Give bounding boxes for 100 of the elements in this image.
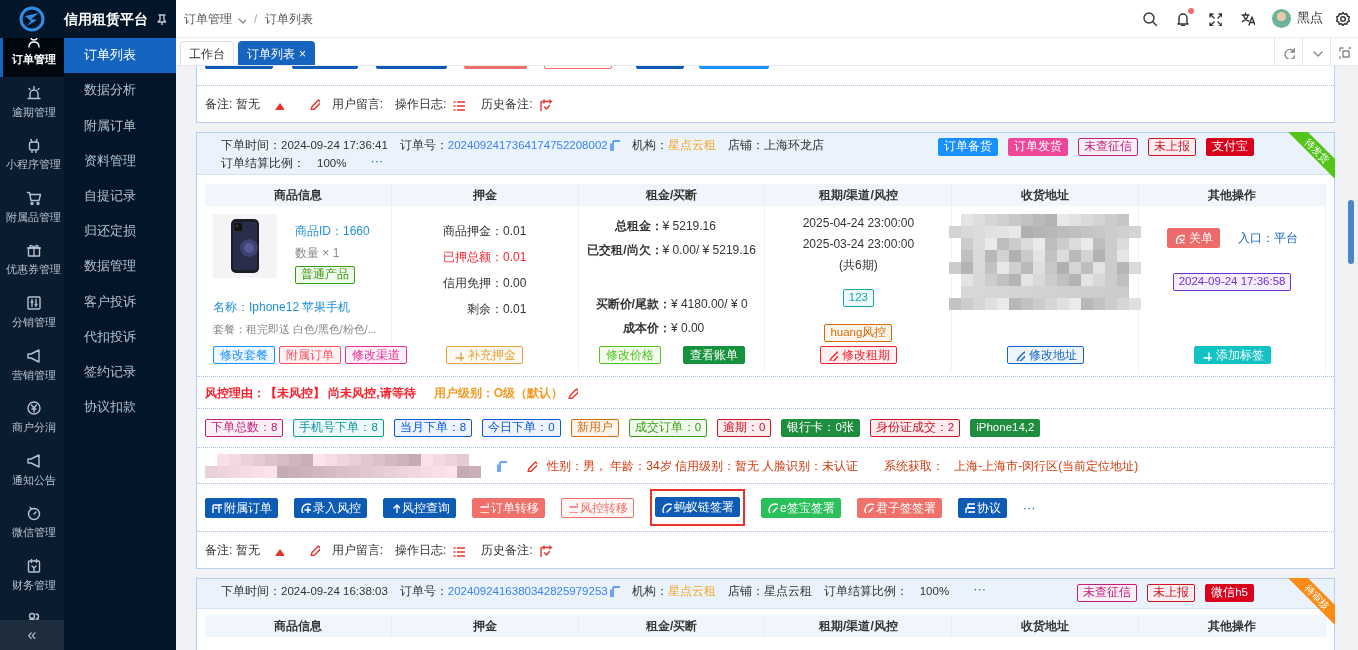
- scrollbar[interactable]: [1345, 66, 1358, 650]
- breadcrumb-current: 订单列表: [265, 10, 314, 28]
- menu-item[interactable]: 微信管理: [0, 497, 64, 550]
- pencil-icon[interactable]: [566, 386, 578, 399]
- submenu-item[interactable]: 签约记录: [64, 354, 176, 390]
- menu-item[interactable]: 逾期管理: [0, 76, 64, 130]
- menu-item[interactable]: 优惠券管理: [0, 234, 64, 287]
- stat-tag: 下单总数：8: [205, 419, 284, 437]
- status-tag: 微信h5: [1205, 584, 1254, 602]
- refresh-icon[interactable]: [1282, 45, 1295, 59]
- stat-tag: 当月下单：8: [393, 419, 473, 437]
- timer-icon: [25, 505, 42, 522]
- order-number[interactable]: 2024092416380342825979253: [447, 585, 608, 597]
- menu-item[interactable]: 商户分润: [0, 392, 64, 445]
- pencil-icon[interactable]: [307, 544, 320, 556]
- fullscreen-icon[interactable]: [1208, 11, 1222, 26]
- button[interactable]: 修改渠道: [345, 346, 407, 364]
- field-value: 0.01: [503, 249, 527, 266]
- user-message-label: 用户留言:: [331, 542, 383, 559]
- button[interactable]: 查看账单: [682, 346, 745, 364]
- close-tab-button[interactable]: ×: [299, 44, 306, 63]
- status-tag: 未上报: [1147, 584, 1196, 602]
- status-tag: 未查征信: [1077, 584, 1138, 602]
- coin-icon: [25, 400, 42, 417]
- menu-item[interactable]: 附属品管理: [0, 181, 64, 235]
- cart-icon: [25, 189, 42, 206]
- field-value: 0.01: [503, 301, 527, 318]
- field-label: 下单时间：: [221, 585, 281, 597]
- button[interactable]: 附属订单: [205, 497, 278, 518]
- column-header: 租金/买断: [578, 615, 766, 637]
- stat-tag: iPhone14,2: [970, 419, 1041, 437]
- column-header: 租期/渠道/风控: [765, 615, 953, 637]
- more-button[interactable]: ···: [1022, 497, 1036, 518]
- submenu-item[interactable]: 数据管理: [64, 249, 176, 285]
- calendar-icon[interactable]: [538, 97, 552, 111]
- button[interactable]: 修改地址: [1006, 346, 1084, 364]
- column-header: 其他操作: [1139, 615, 1326, 637]
- status-tag: 订单备货: [938, 138, 998, 156]
- stat-tag: 成交订单：0: [628, 419, 708, 437]
- printer-icon: [963, 502, 975, 513]
- status-tag: 订单发货: [1008, 138, 1068, 156]
- more-button[interactable]: ···: [370, 156, 384, 171]
- submenu-item[interactable]: 客户投诉: [64, 284, 176, 320]
- field-label: 订单结算比例：: [823, 585, 908, 597]
- search-icon[interactable]: [1142, 11, 1157, 26]
- button[interactable]: 修改租期: [819, 346, 897, 364]
- menu-item[interactable]: 营销管理: [0, 339, 64, 393]
- submenu-item[interactable]: 资料管理: [64, 143, 176, 179]
- field-label: 订单号：: [399, 585, 448, 597]
- button[interactable]: 协议: [957, 497, 1007, 518]
- submenu-item[interactable]: 自提记录: [64, 178, 176, 214]
- stat-tag: 逾期：0: [717, 419, 772, 437]
- menu-item[interactable]: 订单管理: [0, 38, 64, 77]
- sliders-icon: [25, 294, 42, 311]
- submenu-item[interactable]: 数据分析: [64, 73, 176, 109]
- submenu-item[interactable]: 附属订单: [64, 108, 176, 144]
- collapse-button[interactable]: «: [0, 620, 64, 650]
- menu-item[interactable]: 通知公告: [0, 444, 64, 498]
- tab[interactable]: 订单列表 ×: [238, 41, 315, 65]
- submenu-item[interactable]: 订单列表: [64, 38, 176, 74]
- copy-icon[interactable]: [607, 585, 620, 597]
- pencil-icon[interactable]: [525, 459, 537, 472]
- calendar-icon[interactable]: [538, 543, 552, 557]
- menu-item[interactable]: 财务管理: [0, 549, 64, 603]
- history-remark-label: 历史备注:: [481, 96, 533, 113]
- operation-log-label: 操作日志:: [395, 542, 447, 559]
- button[interactable]: 蚂蚁链签署: [655, 497, 740, 518]
- column-header: 租期/渠道/风控: [765, 184, 953, 206]
- column-header: 商品信息: [205, 615, 392, 637]
- tab[interactable]: 工作台: [180, 41, 234, 65]
- settings-icon[interactable]: [1335, 11, 1350, 26]
- field-label: 店铺：: [727, 585, 764, 597]
- shop-name: 星点云租: [763, 585, 812, 597]
- copy-icon[interactable]: [607, 139, 620, 151]
- channel-tag: huang风控: [824, 324, 893, 342]
- submenu-item[interactable]: 归还定损: [64, 213, 176, 250]
- breadcrumb-link[interactable]: 订单管理: [184, 9, 232, 28]
- column-header: 商品信息: [205, 184, 392, 206]
- menu-item[interactable]: 分销管理: [0, 286, 64, 340]
- remark-text: 备注: 暂无: [205, 542, 260, 559]
- field-label: 总租金：: [613, 218, 663, 235]
- package-text: 套餐：租完即送 白色/黑色/粉色/...: [213, 322, 377, 337]
- submenu-item[interactable]: 代扣投诉: [64, 319, 176, 355]
- column-header: 押金: [391, 184, 579, 206]
- submenu-item[interactable]: 协议扣款: [64, 389, 176, 426]
- avatar[interactable]: [1272, 9, 1291, 28]
- button[interactable]: 风控查询: [383, 497, 456, 518]
- location-text: 上海-上海市-闵行区(当前定位地址): [954, 457, 1139, 475]
- order-number[interactable]: 2024092417364174752208002: [447, 139, 608, 151]
- field-value: ¥ 0.00/ ¥ 5219.16: [662, 242, 756, 259]
- copy-icon[interactable]: [495, 459, 507, 472]
- stat-tag: 新用户: [570, 419, 619, 437]
- menu-item[interactable]: 小程序管理: [0, 129, 64, 182]
- settlement-ratio: 100%: [919, 584, 950, 599]
- user-name[interactable]: 黑点: [1297, 9, 1323, 28]
- megaphone-icon: [25, 347, 42, 364]
- button[interactable]: 录入风控: [294, 497, 367, 518]
- pencil-icon[interactable]: [307, 98, 320, 110]
- more-button[interactable]: ···: [973, 584, 987, 599]
- translate-icon[interactable]: [1240, 11, 1255, 26]
